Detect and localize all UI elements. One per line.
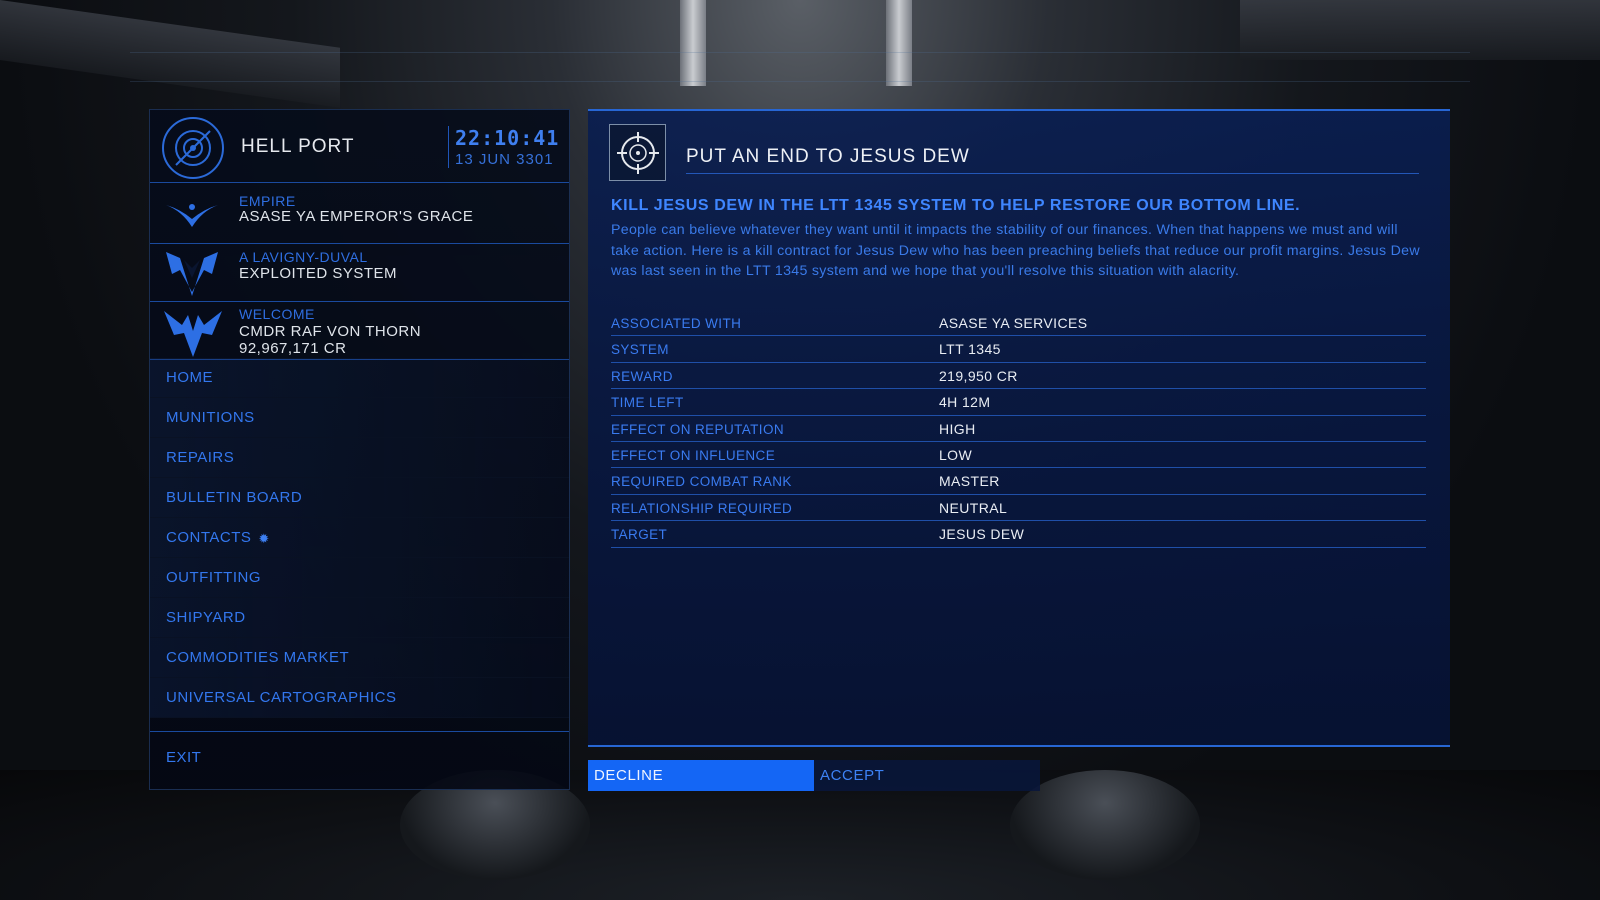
nav-item-bulletin-board[interactable]: BULLETIN BOARD <box>150 478 569 518</box>
detail-row-reputation: EFFECT ON REPUTATION HIGH <box>611 416 1426 442</box>
decline-button[interactable]: DECLINE <box>588 760 814 791</box>
detail-row-system: SYSTEM LTT 1345 <box>611 336 1426 363</box>
detail-value: 4H 12M <box>939 394 991 411</box>
station-name: HELL PORT <box>241 136 355 157</box>
detail-row-influence: EFFECT ON INFLUENCE LOW <box>611 442 1426 469</box>
nav-item-commodities-market[interactable]: COMMODITIES MARKET <box>150 638 569 678</box>
detail-key: REWARD <box>611 368 673 384</box>
nav-item-contacts[interactable]: CONTACTS ✹ <box>150 518 569 558</box>
detail-key: EFFECT ON REPUTATION <box>611 421 785 437</box>
title-divider <box>686 173 1419 174</box>
nav-item-repairs[interactable]: REPAIRS <box>150 438 569 478</box>
detail-row-combat-rank: REQUIRED COMBAT RANK MASTER <box>611 468 1426 495</box>
system-name: ASASE YA EMPEROR'S GRACE <box>239 208 474 225</box>
detail-key: RELATIONSHIP REQUIRED <box>611 500 793 516</box>
detail-value: ASASE YA SERVICES <box>939 315 1088 331</box>
empire-eagle-icon <box>162 197 222 238</box>
station-header: HELL PORT 22:10:41 13 JUN 3301 <box>150 110 569 183</box>
accept-button[interactable]: ACCEPT <box>814 760 1040 791</box>
detail-key: ASSOCIATED WITH <box>611 316 742 331</box>
detail-value: 219,950 CR <box>939 367 1018 384</box>
imperial-faction-icon <box>162 248 222 305</box>
info-row-allegiance: EMPIRE ASASE YA EMPEROR'S GRACE <box>150 184 569 244</box>
mission-details-panel: PUT AN END TO JESUS DEW KILL JESUS DEW I… <box>588 109 1450 747</box>
detail-row-time-left: TIME LEFT 4H 12M <box>611 389 1426 416</box>
detail-row-relationship: RELATIONSHIP REQUIRED NEUTRAL <box>611 495 1426 522</box>
info-row-power: A LAVIGNY-DUVAL EXPLOITED SYSTEM <box>150 244 569 302</box>
clock-date: 13 JUN 3301 <box>455 151 554 168</box>
commander-name: CMDR RAF VON THORN <box>239 323 422 340</box>
allegiance-label: EMPIRE <box>239 193 296 209</box>
exit-row: EXIT <box>150 731 569 781</box>
mission-description: People can believe whatever they want un… <box>611 222 1420 280</box>
nav-item-home[interactable]: HOME <box>150 358 569 398</box>
detail-key: TIME LEFT <box>611 395 684 411</box>
nav-item-shipyard[interactable]: SHIPYARD <box>150 598 569 638</box>
detail-value: JESUS DEW <box>939 526 1025 543</box>
mission-action-bar: DECLINE ACCEPT <box>588 760 1040 791</box>
detail-value: HIGH <box>939 420 976 437</box>
welcome-label: WELCOME <box>239 306 315 322</box>
detail-key: EFFECT ON INFLUENCE <box>611 447 776 463</box>
detail-row-reward: REWARD 219,950 CR <box>611 363 1426 390</box>
nav-item-universal-cartographics[interactable]: UNIVERSAL CARTOGRAPHICS <box>150 678 569 718</box>
credit-balance: 92,967,171 CR <box>239 340 347 357</box>
detail-value: NEUTRAL <box>939 499 1008 516</box>
detail-value: LTT 1345 <box>939 341 1001 358</box>
system-state: EXPLOITED SYSTEM <box>239 265 398 282</box>
crosshair-icon <box>609 124 666 181</box>
mission-headline: KILL JESUS DEW IN THE LTT 1345 SYSTEM TO… <box>611 197 1301 214</box>
nav-item-contacts-label: CONTACTS <box>166 529 252 546</box>
info-row-commander: WELCOME CMDR RAF VON THORN 92,967,171 CR <box>150 302 569 360</box>
detail-row-target: TARGET JESUS DEW <box>611 521 1426 548</box>
detail-key: SYSTEM <box>611 342 669 358</box>
mission-details-table: ASSOCIATED WITH ASASE YA SERVICES SYSTEM… <box>611 310 1426 548</box>
notification-gear-icon: ✹ <box>258 531 270 546</box>
station-target-icon <box>162 117 224 179</box>
station-services-menu: HOME MUNITIONS REPAIRS BULLETIN BOARD CO… <box>150 358 569 718</box>
detail-key: REQUIRED COMBAT RANK <box>611 474 792 490</box>
mission-title: PUT AN END TO JESUS DEW <box>686 146 970 167</box>
detail-value: MASTER <box>939 473 1000 490</box>
detail-value: LOW <box>939 446 973 463</box>
station-services-panel: HELL PORT 22:10:41 13 JUN 3301 EMPIRE AS… <box>149 109 570 790</box>
detail-row-associated-with: ASSOCIATED WITH ASASE YA SERVICES <box>611 310 1426 337</box>
game-clock: 22:10:41 13 JUN 3301 <box>448 126 559 168</box>
nav-item-outfitting[interactable]: OUTFITTING <box>150 558 569 598</box>
exit-button[interactable]: EXIT <box>150 732 569 782</box>
nav-item-munitions[interactable]: MUNITIONS <box>150 398 569 438</box>
detail-key: TARGET <box>611 527 668 543</box>
elite-rank-icon <box>162 305 224 364</box>
power-label: A LAVIGNY-DUVAL <box>239 249 368 265</box>
clock-time: 22:10:41 <box>455 126 560 150</box>
